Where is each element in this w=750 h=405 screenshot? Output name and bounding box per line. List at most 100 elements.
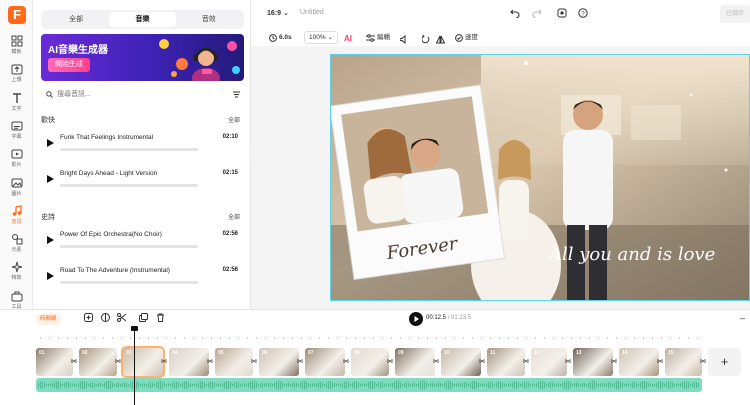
chevron-down-icon: ⌄ (327, 34, 333, 41)
timeline-clip[interactable]: 09 (395, 348, 435, 376)
tab-all[interactable]: 全部 (43, 12, 109, 27)
duplicate-icon[interactable] (139, 313, 148, 322)
transition-icon[interactable]: ⋈ (611, 358, 617, 366)
search-input[interactable] (57, 87, 207, 102)
ruler-tick (364, 337, 365, 339)
banner-illustration (159, 39, 240, 81)
filter-icon[interactable] (232, 90, 241, 99)
track-item[interactable]: Road To The Adventure (Instrumental) 02:… (41, 262, 244, 291)
play-button[interactable] (409, 312, 423, 326)
section-all-upbeat[interactable]: 全部 (228, 115, 240, 124)
rail-item-effects[interactable]: 特效 (0, 261, 33, 287)
transition-icon[interactable]: ⋈ (433, 358, 439, 366)
transition-icon[interactable]: ⋈ (700, 358, 706, 366)
screenshot-icon[interactable] (557, 8, 567, 18)
volume-icon[interactable] (400, 33, 409, 46)
timeline-clip[interactable]: 03 (121, 346, 165, 378)
ruler-tick (526, 337, 527, 339)
add-clip-button[interactable]: + (708, 348, 741, 376)
timeline-clip[interactable]: 06 (259, 348, 299, 376)
timeline-clip[interactable]: 04 (169, 348, 209, 376)
ruler-tick (256, 337, 257, 339)
transition-icon[interactable]: ⋈ (565, 358, 571, 366)
aspect-ratio-select[interactable]: 16:9 ⌄ (267, 9, 289, 17)
delete-icon[interactable] (156, 313, 165, 322)
ruler-tick (490, 337, 491, 339)
rail-item-grid[interactable]: 模板 (0, 35, 33, 61)
undo-icon[interactable] (510, 8, 520, 18)
redo-icon[interactable] (532, 8, 542, 18)
transition-icon[interactable]: ⋈ (207, 358, 213, 366)
section-all-epic[interactable]: 全部 (228, 212, 240, 221)
overlay-text[interactable]: All you and is love (547, 244, 715, 265)
start-generate-button[interactable]: 開始生成 (48, 58, 90, 72)
flip-icon[interactable] (436, 33, 445, 46)
play-icon[interactable] (47, 139, 54, 147)
text-icon (12, 92, 21, 103)
ai-music-banner[interactable]: AI音樂生成器 開始生成 (41, 34, 244, 81)
tab-sound-effects[interactable]: 音效 (176, 12, 242, 27)
playhead-handle[interactable] (131, 326, 138, 331)
rail-item-image[interactable]: 圖片 (0, 177, 33, 203)
add-box-icon[interactable] (84, 313, 93, 322)
save-status-button[interactable]: 已儲存 (720, 5, 750, 23)
timeline-clip[interactable]: 01 (36, 348, 73, 376)
transition-icon[interactable]: ⋈ (115, 358, 121, 366)
scissors-icon[interactable] (117, 313, 126, 322)
timeline-clip[interactable]: 05 (215, 348, 253, 376)
rail-item-label: 圖片 (11, 190, 22, 197)
play-icon[interactable] (47, 175, 54, 183)
speed-button[interactable]: 速度 (455, 31, 478, 44)
rail-item-text[interactable]: 文字 (0, 92, 33, 118)
ruler-tick (229, 337, 230, 339)
tab-music[interactable]: 音樂 (109, 12, 176, 27)
split-icon[interactable] (101, 313, 110, 322)
transition-icon[interactable]: ⋈ (387, 358, 393, 366)
transition-icon[interactable]: ⋈ (297, 358, 303, 366)
timeline-clip[interactable]: 02 (79, 348, 117, 376)
playhead[interactable] (134, 328, 135, 405)
track-item[interactable]: Power Of Epic Orchestra(No Choir) 02:56 (41, 226, 244, 255)
ruler-tick (589, 337, 590, 339)
rail-item-music[interactable]: 音訊 (0, 205, 33, 231)
transition-icon[interactable]: ⋈ (251, 358, 257, 366)
timeline-clip[interactable]: 12 (531, 348, 567, 376)
timeline-chip[interactable]: 時間線 (36, 314, 61, 325)
track-item[interactable]: Funk That Feelings Instrumental 02:10 (41, 129, 244, 158)
ruler-tick (76, 337, 77, 339)
transition-icon[interactable]: ⋈ (657, 358, 663, 366)
timeline-clip[interactable]: 08 (351, 348, 389, 376)
video-canvas[interactable]: Forever All you and is love (330, 54, 750, 301)
play-icon[interactable] (47, 272, 54, 280)
zoom-out-icon[interactable]: – (740, 313, 745, 323)
help-icon[interactable]: ? (578, 8, 588, 18)
transition-icon[interactable]: ⋈ (343, 358, 349, 366)
transition-icon[interactable]: ⋈ (523, 358, 529, 366)
app-logo[interactable]: F (8, 6, 26, 24)
timeline-clip[interactable]: 10 (441, 348, 481, 376)
transition-icon[interactable]: ⋈ (71, 358, 77, 366)
ruler-tick (193, 337, 194, 339)
play-icon[interactable] (47, 236, 54, 244)
timeline-clip[interactable]: 11 (487, 348, 525, 376)
timeline-clip[interactable]: 14 (619, 348, 659, 376)
rail-item-video[interactable]: 影片 (0, 148, 33, 174)
audio-track[interactable] (36, 378, 702, 392)
timeline-clip[interactable]: 13 (573, 348, 613, 376)
rotate-icon[interactable] (422, 33, 430, 46)
rail-item-upload[interactable]: 上傳 (0, 63, 33, 89)
edit-button[interactable]: 編輯 (366, 31, 390, 44)
timeline-clip[interactable]: 15 (665, 348, 702, 376)
ruler-tick (688, 337, 689, 339)
ai-tool-button[interactable]: AI (344, 31, 356, 44)
transition-icon[interactable]: ⋈ (161, 358, 167, 366)
track-item[interactable]: Bright Days Ahead - Light Version 02:15 (41, 165, 244, 194)
zoom-select[interactable]: 100% ⌄ (304, 31, 338, 44)
project-title[interactable]: Untitled (300, 9, 324, 16)
rail-item-subtitle[interactable]: 字幕 (0, 120, 33, 146)
clip-number: 12 (534, 350, 540, 356)
duration-control[interactable]: 6.0s (269, 31, 292, 44)
rail-item-elements[interactable]: 元素 (0, 233, 33, 259)
timeline-clip[interactable]: 07 (305, 348, 345, 376)
transition-icon[interactable]: ⋈ (479, 358, 485, 366)
